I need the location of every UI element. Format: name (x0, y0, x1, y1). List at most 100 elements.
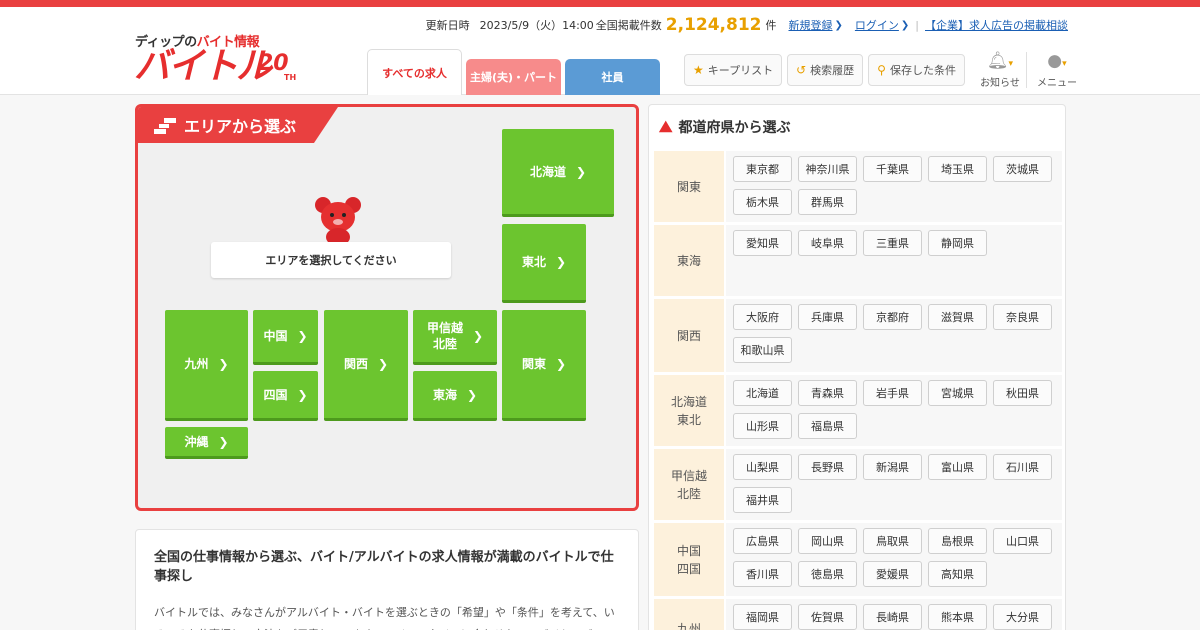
search-history-label: 検索履歴 (810, 64, 855, 77)
prefecture-group-label: 中国 四国 (654, 523, 724, 596)
total-unit: 件 (765, 19, 777, 32)
prefecture-group-label: 甲信越 北陸 (654, 449, 724, 520)
keep-list-button[interactable]: ★ キープリスト (684, 54, 783, 86)
prefecture-panel: ⛰︎ 都道府県から選ぶ 関東 東京都 神奈川県 千葉県 埼玉県 茨城県 栃木県 群馬県 東海 愛知県… (648, 104, 1066, 630)
chevron-right-icon: ❯ (377, 357, 389, 371)
top-accent-bar (0, 0, 1200, 7)
register-link[interactable]: 新規登録 (789, 17, 833, 33)
site-header: ディップのバイト情報 バイトル 20 TH 更新日時 2023/5/9（火）14… (0, 7, 1200, 95)
prefecture-group-items: 広島県 岡山県 鳥取県 島根県 山口県香川県 徳島県 愛媛県 高知県 (726, 523, 1062, 596)
area-title-text: エリアから選ぶ (184, 117, 297, 136)
prefecture-button[interactable]: 鳥取県 (863, 528, 922, 554)
prefecture-button[interactable]: 三重県 (863, 230, 922, 256)
prefecture-button[interactable]: 愛媛県 (863, 561, 922, 587)
prefecture-button[interactable]: 青森県 (798, 380, 857, 406)
prefecture-button[interactable]: 滋賀県 (928, 304, 987, 330)
prefecture-button[interactable]: 岩手県 (863, 380, 922, 406)
prefecture-button[interactable]: 佐賀県 (798, 604, 857, 630)
region-kanto[interactable]: 関東 ❯ (502, 310, 586, 421)
tab-employee[interactable]: 社員 (565, 59, 660, 95)
saved-conditions-label: 保存した条件 (889, 64, 956, 77)
prefecture-button[interactable]: 大阪府 (733, 304, 792, 330)
prefecture-button[interactable]: 島根県 (928, 528, 987, 554)
prefecture-button[interactable]: 東京都 (733, 156, 792, 182)
region-kansai[interactable]: 関西 ❯ (324, 310, 408, 421)
region-label: 東海 (432, 387, 457, 402)
prefecture-button[interactable]: 愛知県 (733, 230, 792, 256)
prefecture-button[interactable]: 埼玉県 (928, 156, 987, 182)
prefecture-button[interactable]: 群馬県 (798, 189, 857, 215)
region-koshinetsu-hokuriku[interactable]: 甲信越 北陸 ❯ (413, 310, 497, 365)
notice-button[interactable]: 🔔︎▾ お知らせ (978, 51, 1022, 89)
region-shikoku[interactable]: 四国 ❯ (253, 371, 318, 421)
prefecture-group: 関西 大阪府 兵庫県 京都府 滋賀県 奈良県 和歌山県 (654, 299, 1062, 373)
prefecture-button[interactable]: 山口県 (993, 528, 1052, 554)
prefecture-button[interactable]: 奈良県 (993, 304, 1052, 330)
prefecture-button[interactable]: 栃木県 (733, 189, 792, 215)
prefecture-button[interactable]: 長野県 (798, 454, 857, 480)
prefecture-button[interactable]: 福井県 (733, 487, 792, 513)
prefecture-button[interactable]: 静岡県 (928, 230, 987, 256)
prefecture-button[interactable]: 広島県 (733, 528, 792, 554)
keep-list-label: キープリスト (707, 64, 774, 77)
logo[interactable]: バイトル (134, 47, 272, 87)
tab-part-time[interactable]: 主婦(夫)・パート (466, 59, 561, 95)
prefecture-group: 関東 東京都 神奈川県 千葉県 埼玉県 茨城県栃木県 群馬県 (654, 151, 1062, 223)
region-tohoku[interactable]: 東北 ❯ (502, 224, 586, 303)
prefecture-button[interactable]: 千葉県 (863, 156, 922, 182)
history-icon: ↺ (796, 63, 807, 77)
prefecture-group-items: 東京都 神奈川県 千葉県 埼玉県 茨城県栃木県 群馬県 (726, 151, 1062, 222)
prefecture-button[interactable]: 香川県 (733, 561, 792, 587)
prefecture-button[interactable]: 大分県 (993, 604, 1052, 630)
prefecture-button[interactable]: 富山県 (928, 454, 987, 480)
saved-conditions-button[interactable]: ⚲ 保存した条件 (868, 54, 965, 86)
tab-all-jobs[interactable]: すべての求人 (367, 49, 462, 95)
chevron-right-icon: ❯ (900, 19, 910, 31)
intro-section: 全国の仕事情報から選ぶ、バイト/アルバイトの求人情報が満載のバイトルで仕事探し … (135, 529, 639, 630)
region-label: 関東 (521, 357, 546, 371)
prefecture-button[interactable]: 福島県 (798, 413, 857, 439)
region-tokai[interactable]: 東海 ❯ (413, 371, 497, 421)
prefecture-group-items: 大阪府 兵庫県 京都府 滋賀県 奈良県和歌山県 (726, 299, 1062, 372)
prefecture-button[interactable]: 岐阜県 (798, 230, 857, 256)
prefecture-button[interactable]: 熊本県 (928, 604, 987, 630)
prefecture-button[interactable]: 福岡県 (733, 604, 792, 630)
prefecture-button[interactable]: 宮城県 (928, 380, 987, 406)
prefecture-button[interactable]: 北海道 (733, 380, 792, 406)
region-hokkaido[interactable]: 北海道 ❯ (502, 129, 614, 217)
prefecture-button[interactable]: 神奈川県 (798, 156, 857, 182)
prefecture-button[interactable]: 高知県 (928, 561, 987, 587)
region-kyushu[interactable]: 九州 ❯ (165, 310, 248, 421)
prefecture-button[interactable]: 長崎県 (863, 604, 922, 630)
search-icon: ⚲ (877, 63, 886, 77)
prefecture-button[interactable]: 秋田県 (993, 380, 1052, 406)
prefecture-button[interactable]: 石川県 (993, 454, 1052, 480)
login-link[interactable]: ログイン (855, 17, 899, 33)
prefecture-group-label: 九州 (654, 599, 724, 630)
prefecture-group-label: 東海 (654, 225, 724, 296)
star-icon: ★ (693, 63, 704, 77)
prefecture-button[interactable]: 和歌山県 (733, 337, 792, 363)
intro-body: バイトルでは、みなさんがアルバイト・バイトを選ぶときの「希望」や「条件」を考えて… (154, 606, 615, 630)
prefecture-button[interactable]: 岡山県 (798, 528, 857, 554)
prefecture-group-label: 関東 (654, 151, 724, 222)
corp-ad-link[interactable]: 【企業】求人広告の掲載相談 (925, 17, 1068, 33)
info-bar: 更新日時 2023/5/9（火）14:00 全国掲載件数 2,124,812 件… (426, 15, 1068, 35)
prefecture-button[interactable]: 徳島県 (798, 561, 857, 587)
chevron-right-icon: ❯ (472, 329, 484, 343)
area-map-panel: エリアから選ぶ エリアを選択してください 北海道 ❯ 東北 ❯ 関東 ❯ 甲信越 北陸 ❯… (135, 104, 639, 511)
menu-button[interactable]: ●▾ メニュー (1035, 51, 1079, 89)
prefecture-button[interactable]: 京都府 (863, 304, 922, 330)
search-history-button[interactable]: ↺ 検索履歴 (787, 54, 864, 86)
prefecture-button[interactable]: 山形県 (733, 413, 792, 439)
prefecture-button[interactable]: 山梨県 (733, 454, 792, 480)
updated-label: 更新日時 (425, 19, 470, 32)
prefecture-button[interactable]: 新潟県 (863, 454, 922, 480)
region-chugoku[interactable]: 中国 ❯ (253, 310, 318, 365)
prefecture-button[interactable]: 茨城県 (993, 156, 1052, 182)
job-type-tabs: すべての求人 主婦(夫)・パート 社員 (367, 49, 664, 95)
chevron-right-icon: ❯ (834, 19, 843, 31)
prefecture-button[interactable]: 兵庫県 (798, 304, 857, 330)
prefecture-group-items: 福岡県 佐賀県 長崎県 熊本県 大分県 (726, 599, 1062, 630)
region-okinawa[interactable]: 沖縄 ❯ (165, 427, 248, 459)
